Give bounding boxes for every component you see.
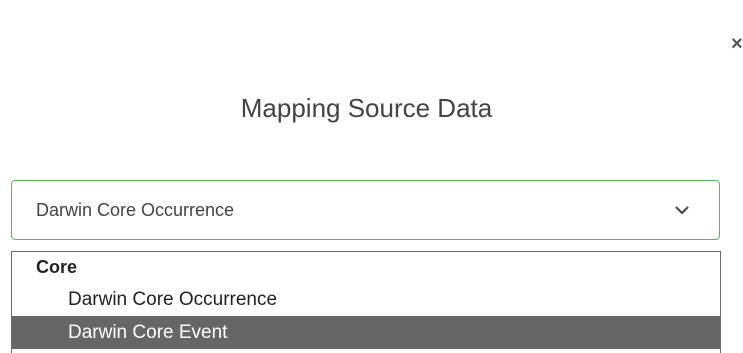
dialog-title: Mapping Source Data xyxy=(240,93,493,123)
option-darwin-core-occurrence[interactable]: Darwin Core Occurrence xyxy=(12,283,720,316)
option-darwin-core-event[interactable]: Darwin Core Event xyxy=(12,316,720,349)
optgroup-label-core: Core xyxy=(36,257,78,277)
chevron-down-icon xyxy=(673,201,691,219)
mapping-source-dialog: × Mapping Source Data Darwin Core Occurr… xyxy=(0,0,743,353)
close-icon[interactable]: × xyxy=(731,34,743,54)
select-current-value: Darwin Core Occurrence xyxy=(36,199,235,220)
select-dropdown-list: Core Darwin Core Occurrence Darwin Core … xyxy=(11,251,721,353)
source-data-select[interactable]: Darwin Core Occurrence xyxy=(11,180,720,240)
